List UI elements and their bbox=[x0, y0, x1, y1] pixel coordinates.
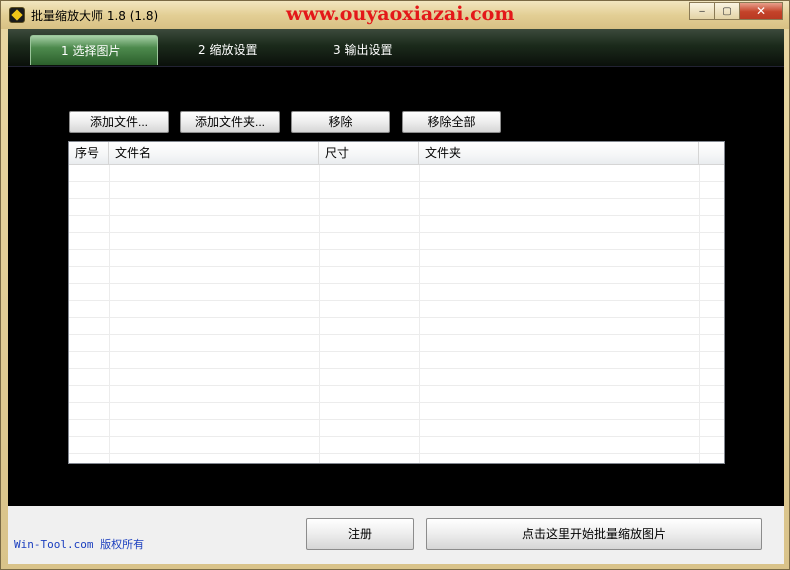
file-list[interactable]: 序号 文件名 尺寸 文件夹 bbox=[68, 141, 725, 464]
add-file-button[interactable]: 添加文件... bbox=[69, 111, 169, 133]
minimize-icon: ‒ bbox=[698, 5, 706, 17]
column-header-folder[interactable]: 文件夹 bbox=[419, 142, 699, 165]
tab-scale-settings[interactable]: 2 缩放设置 bbox=[198, 35, 257, 65]
minimize-button[interactable]: ‒ bbox=[689, 2, 715, 20]
copyright-text: Win-Tool.com 版权所有 bbox=[14, 538, 145, 551]
list-header: 序号 文件名 尺寸 文件夹 bbox=[69, 142, 724, 165]
app-icon[interactable] bbox=[9, 7, 25, 23]
column-header-index[interactable]: 序号 bbox=[69, 142, 109, 165]
maximize-icon: ▢ bbox=[722, 5, 732, 17]
title-bar[interactable]: 批量缩放大师 1.8 (1.8) www.ouyaoxiazai.com ‒ ▢… bbox=[1, 1, 789, 29]
register-button[interactable]: 注册 bbox=[306, 518, 414, 550]
column-header-size[interactable]: 尺寸 bbox=[319, 142, 419, 165]
column-divider bbox=[109, 165, 110, 463]
close-button[interactable]: ✕ bbox=[739, 2, 783, 20]
start-batch-resize-button[interactable]: 点击这里开始批量缩放图片 bbox=[426, 518, 762, 550]
column-header-filler bbox=[699, 142, 724, 165]
site-watermark: www.ouyaoxiazai.com bbox=[286, 3, 515, 25]
main-panel: 1 选择图片 2 缩放设置 3 输出设置 添加文件... 添加文件夹... 移除… bbox=[8, 29, 784, 506]
column-divider bbox=[319, 165, 320, 463]
tab-select-images[interactable]: 1 选择图片 bbox=[30, 35, 158, 65]
column-header-filename[interactable]: 文件名 bbox=[109, 142, 319, 165]
tab-output-settings[interactable]: 3 输出设置 bbox=[333, 35, 392, 65]
add-folder-button[interactable]: 添加文件夹... bbox=[180, 111, 280, 133]
column-divider bbox=[699, 165, 700, 463]
maximize-button[interactable]: ▢ bbox=[714, 2, 740, 20]
list-body[interactable] bbox=[69, 165, 724, 463]
window-title: 批量缩放大师 1.8 (1.8) bbox=[31, 9, 159, 23]
remove-all-button[interactable]: 移除全部 bbox=[402, 111, 501, 133]
window-controls: ‒ ▢ ✕ bbox=[689, 2, 783, 20]
column-divider bbox=[419, 165, 420, 463]
remove-button[interactable]: 移除 bbox=[291, 111, 390, 133]
close-icon: ✕ bbox=[755, 4, 767, 18]
footer-panel: Win-Tool.com 版权所有 注册 点击这里开始批量缩放图片 bbox=[8, 506, 784, 564]
tab-strip: 1 选择图片 2 缩放设置 3 输出设置 bbox=[8, 29, 784, 67]
app-window: 批量缩放大师 1.8 (1.8) www.ouyaoxiazai.com ‒ ▢… bbox=[0, 0, 790, 570]
